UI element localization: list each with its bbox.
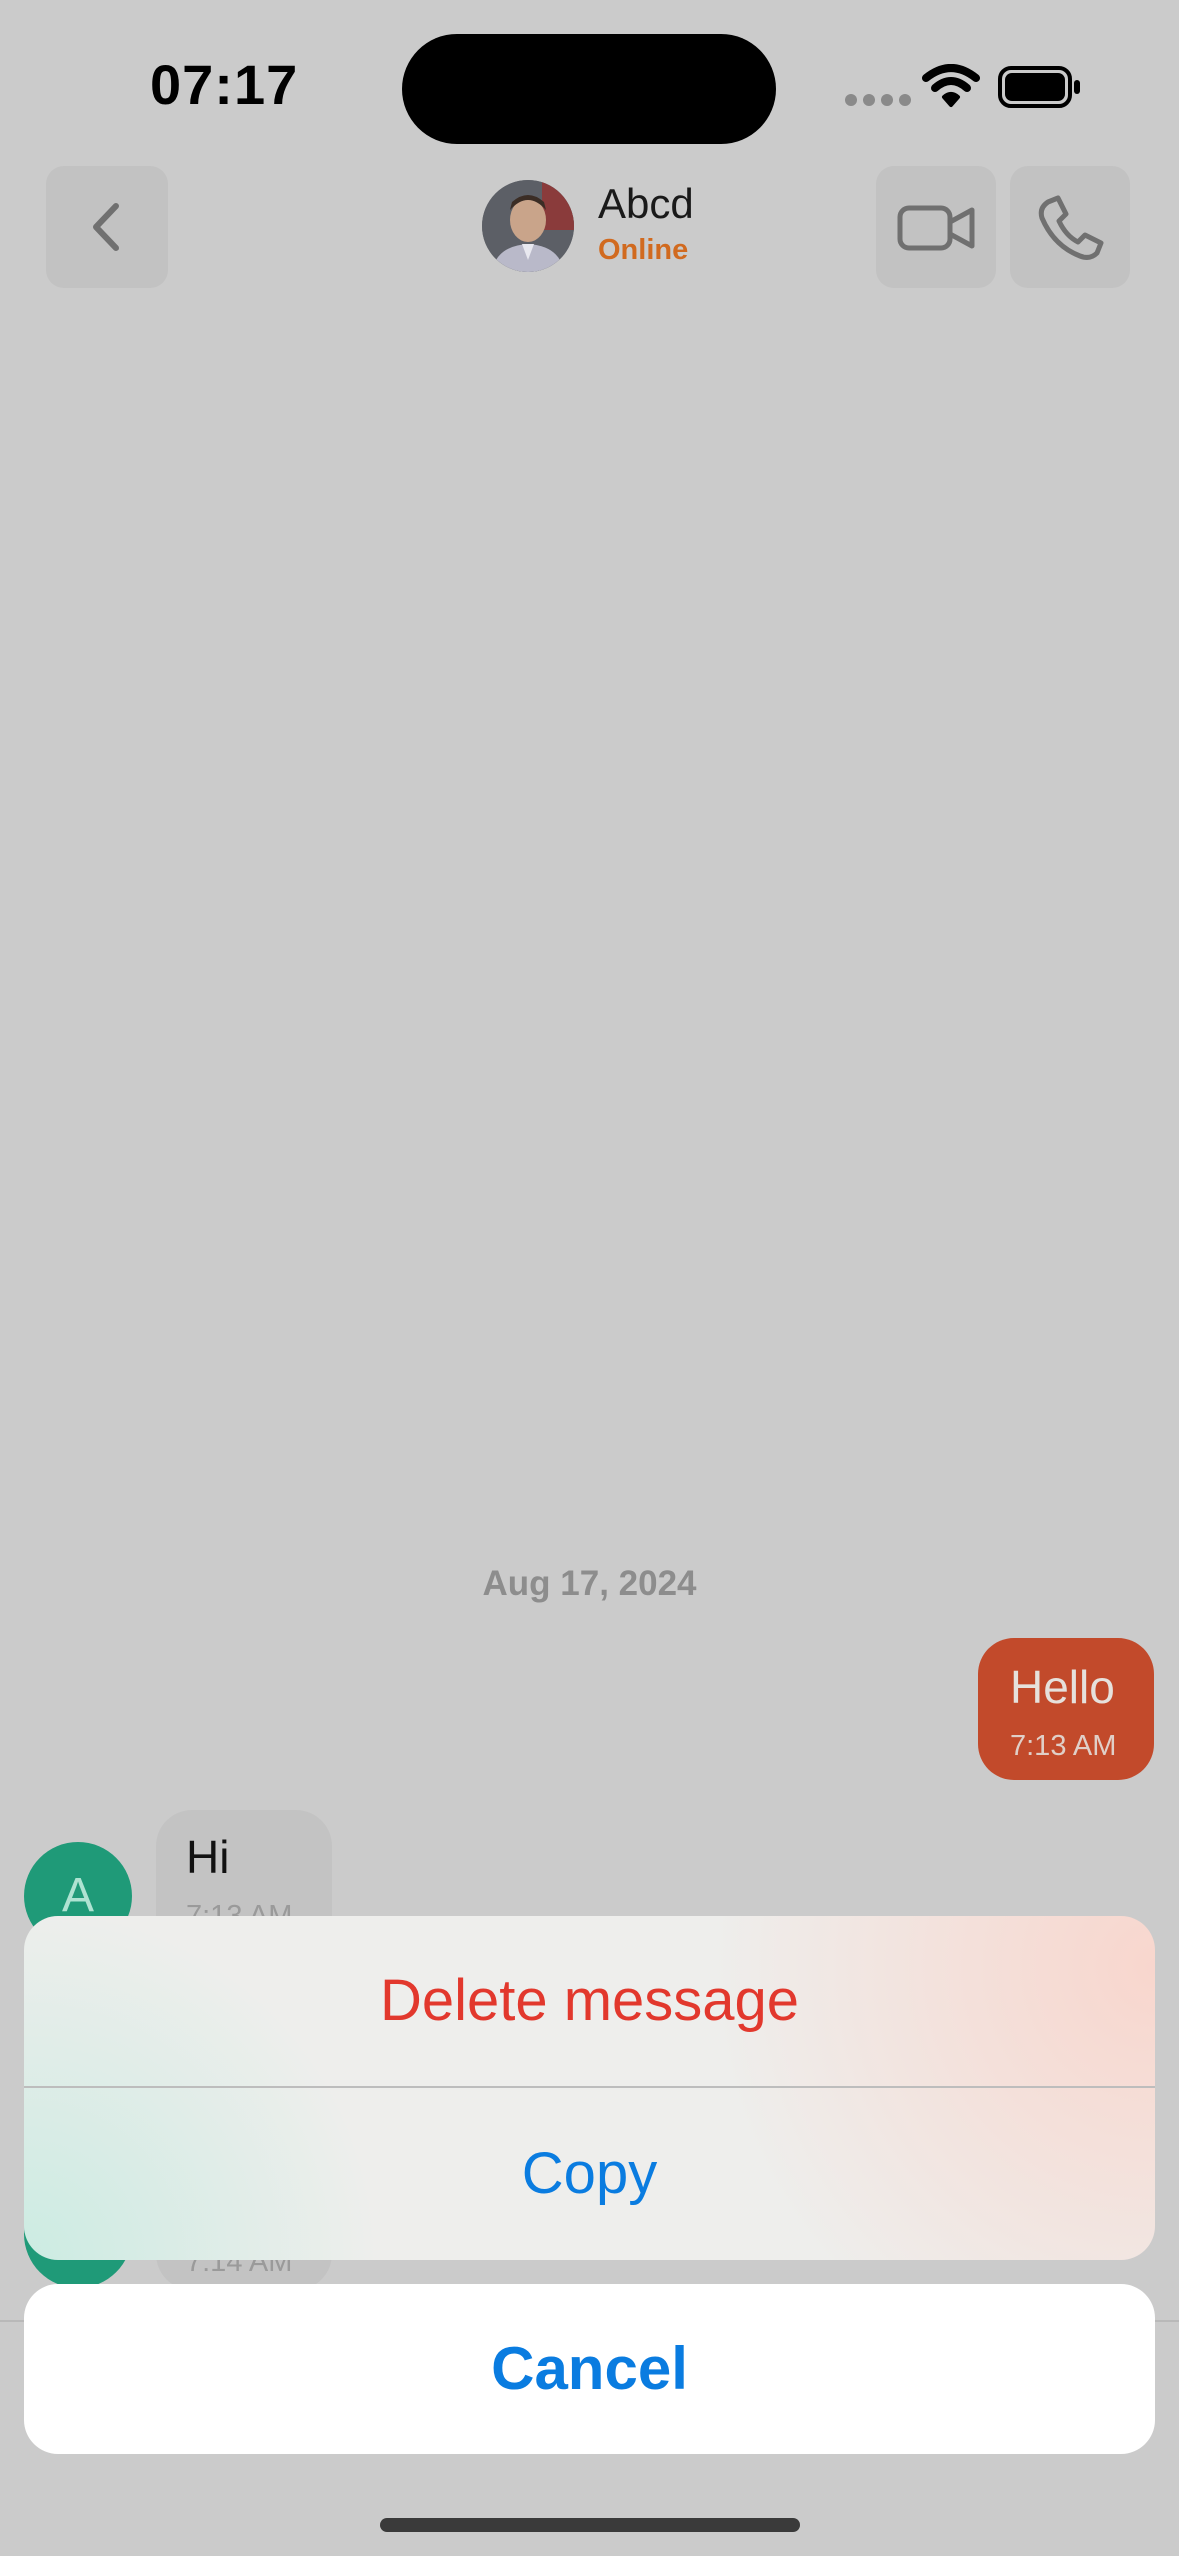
message-text: Hi [186, 1831, 230, 1883]
status-time: 07:17 [150, 53, 299, 116]
date-separator: Aug 17, 2024 [482, 1564, 697, 1603]
outgoing-message-bubble[interactable]: Hello 7:13 AM [978, 1638, 1154, 1780]
contact-status: Online [598, 234, 689, 266]
cancel-button[interactable]: Cancel [24, 2284, 1155, 2454]
cellular-signal-icon [845, 94, 911, 106]
voice-call-button[interactable] [1010, 166, 1130, 288]
contact-photo [482, 180, 574, 272]
home-indicator[interactable] [380, 2518, 800, 2532]
message-action-sheet: Delete message Copy [24, 1916, 1155, 2260]
message-time: 7:13 AM [1010, 1730, 1117, 1762]
contact-name[interactable]: Abcd [598, 180, 694, 228]
battery-icon [998, 66, 1080, 108]
contact-avatar[interactable] [482, 180, 574, 272]
cancel-label: Cancel [491, 2335, 688, 2402]
chevron-left-icon [93, 203, 119, 251]
message-text: Hello [1010, 1661, 1115, 1713]
video-call-button[interactable] [876, 166, 996, 288]
delete-message-action[interactable]: Delete message [24, 1916, 1155, 2086]
dynamic-island [402, 34, 776, 144]
wifi-icon [922, 64, 980, 107]
back-button[interactable] [46, 166, 168, 288]
phone-icon [1038, 195, 1104, 260]
avatar-initial: A [61, 1869, 94, 1922]
copy-action[interactable]: Copy [24, 2088, 1155, 2260]
video-camera-icon [897, 205, 975, 251]
